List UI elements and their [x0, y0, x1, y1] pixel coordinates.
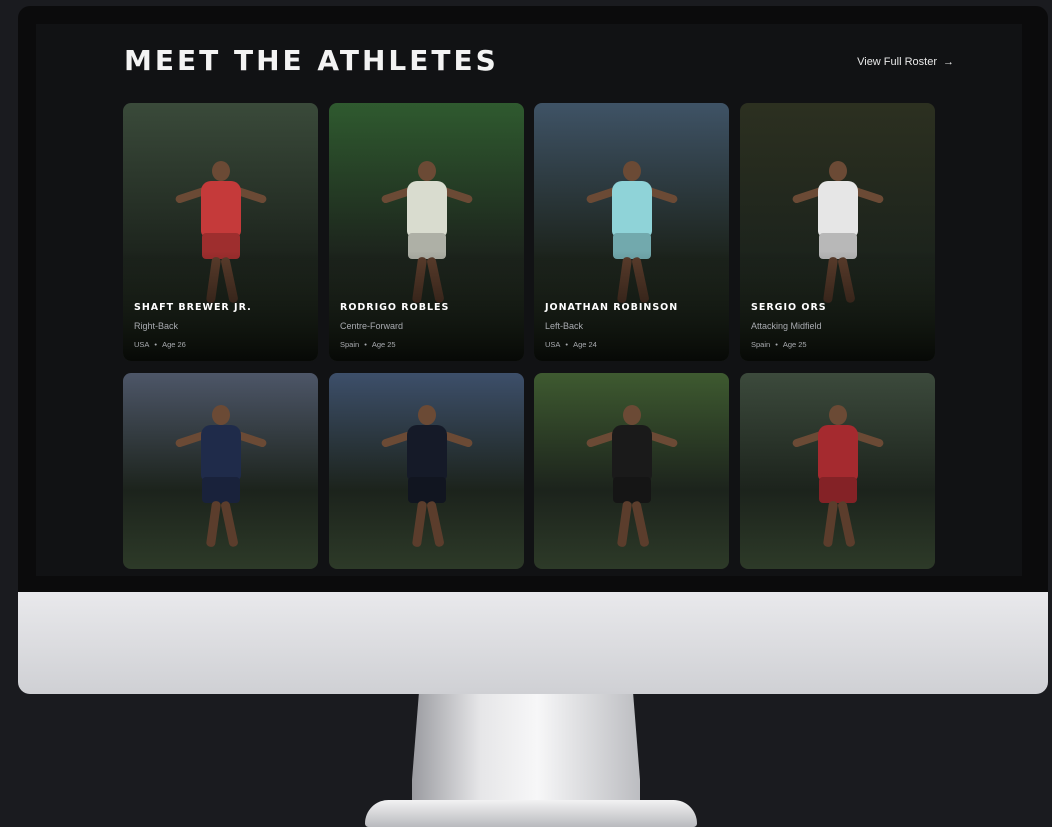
- athlete-age: Age 25: [782, 340, 807, 349]
- athlete-age: Age 24: [573, 340, 597, 349]
- athlete-photo: [534, 373, 729, 569]
- monitor-stand-foot: [365, 800, 697, 827]
- meta-separator: •: [775, 340, 778, 349]
- athlete-position: Centre-Forward: [340, 321, 404, 331]
- arrow-right-icon: →: [943, 56, 954, 68]
- screen: MEET THE ATHLETES View Full Roster → SHAF…: [36, 24, 1022, 576]
- athlete-card[interactable]: [123, 373, 318, 569]
- athlete-card[interactable]: SERGIO ORS Attacking Midfield Spain • Age 25: [740, 103, 935, 361]
- athlete-name: RODRIGO ROBLES: [340, 302, 450, 313]
- athlete-name: SERGIO ORS: [751, 302, 827, 313]
- athlete-info: SHAFT BREWER JR. Right-Back USA • Age 26: [134, 302, 310, 349]
- section-header: MEET THE ATHLETES View Full Roster →: [124, 44, 954, 84]
- athlete-position: Attacking Midfield: [751, 321, 822, 331]
- athlete-position: Right-Back: [134, 321, 179, 331]
- athlete-info: SERGIO ORS Attacking Midfield Spain • Age 25: [751, 302, 927, 349]
- athlete-meta: Spain • Age 25: [751, 340, 927, 349]
- athlete-card[interactable]: [740, 373, 935, 569]
- athlete-age: Age 25: [371, 340, 396, 349]
- athlete-card[interactable]: SHAFT BREWER JR. Right-Back USA • Age 26: [123, 103, 318, 361]
- athlete-card[interactable]: [329, 373, 524, 569]
- monitor-stand-neck: [412, 694, 640, 804]
- athlete-photo: [123, 373, 318, 569]
- athlete-card[interactable]: JONATHAN ROBINSON Left-Back USA • Age 24: [534, 103, 729, 361]
- athlete-photo: [740, 373, 935, 569]
- athlete-name: JONATHAN ROBINSON: [545, 302, 679, 313]
- athlete-name: SHAFT BREWER JR.: [134, 302, 252, 313]
- athlete-age: Age 26: [162, 340, 186, 349]
- meta-separator: •: [565, 340, 569, 349]
- athlete-photo: [329, 373, 524, 569]
- view-full-roster-label: View Full Roster: [857, 56, 937, 68]
- athlete-position: Left-Back: [545, 321, 584, 331]
- meta-separator: •: [154, 340, 158, 349]
- athlete-country: USA: [545, 340, 561, 349]
- athlete-info: JONATHAN ROBINSON Left-Back USA • Age 24: [545, 302, 721, 349]
- athlete-country: Spain: [751, 340, 771, 349]
- meta-separator: •: [364, 340, 367, 349]
- athlete-meta: USA • Age 26: [134, 340, 310, 349]
- athlete-card[interactable]: RODRIGO ROBLES Centre-Forward Spain • Age 25: [329, 103, 524, 361]
- athlete-info: RODRIGO ROBLES Centre-Forward Spain • Age 25: [340, 302, 516, 349]
- view-full-roster-link[interactable]: View Full Roster →: [857, 56, 954, 68]
- section-title: MEET THE ATHLETES: [124, 44, 499, 77]
- monitor-bezel: MEET THE ATHLETES View Full Roster → SHAF…: [18, 6, 1048, 592]
- monitor-chin: [18, 592, 1048, 694]
- athlete-card[interactable]: [534, 373, 729, 569]
- athlete-country: USA: [134, 340, 150, 349]
- athlete-country: Spain: [340, 340, 360, 349]
- athlete-meta: Spain • Age 25: [340, 340, 516, 349]
- athlete-meta: USA • Age 24: [545, 340, 721, 349]
- monitor: MEET THE ATHLETES View Full Roster → SHAF…: [18, 6, 1048, 694]
